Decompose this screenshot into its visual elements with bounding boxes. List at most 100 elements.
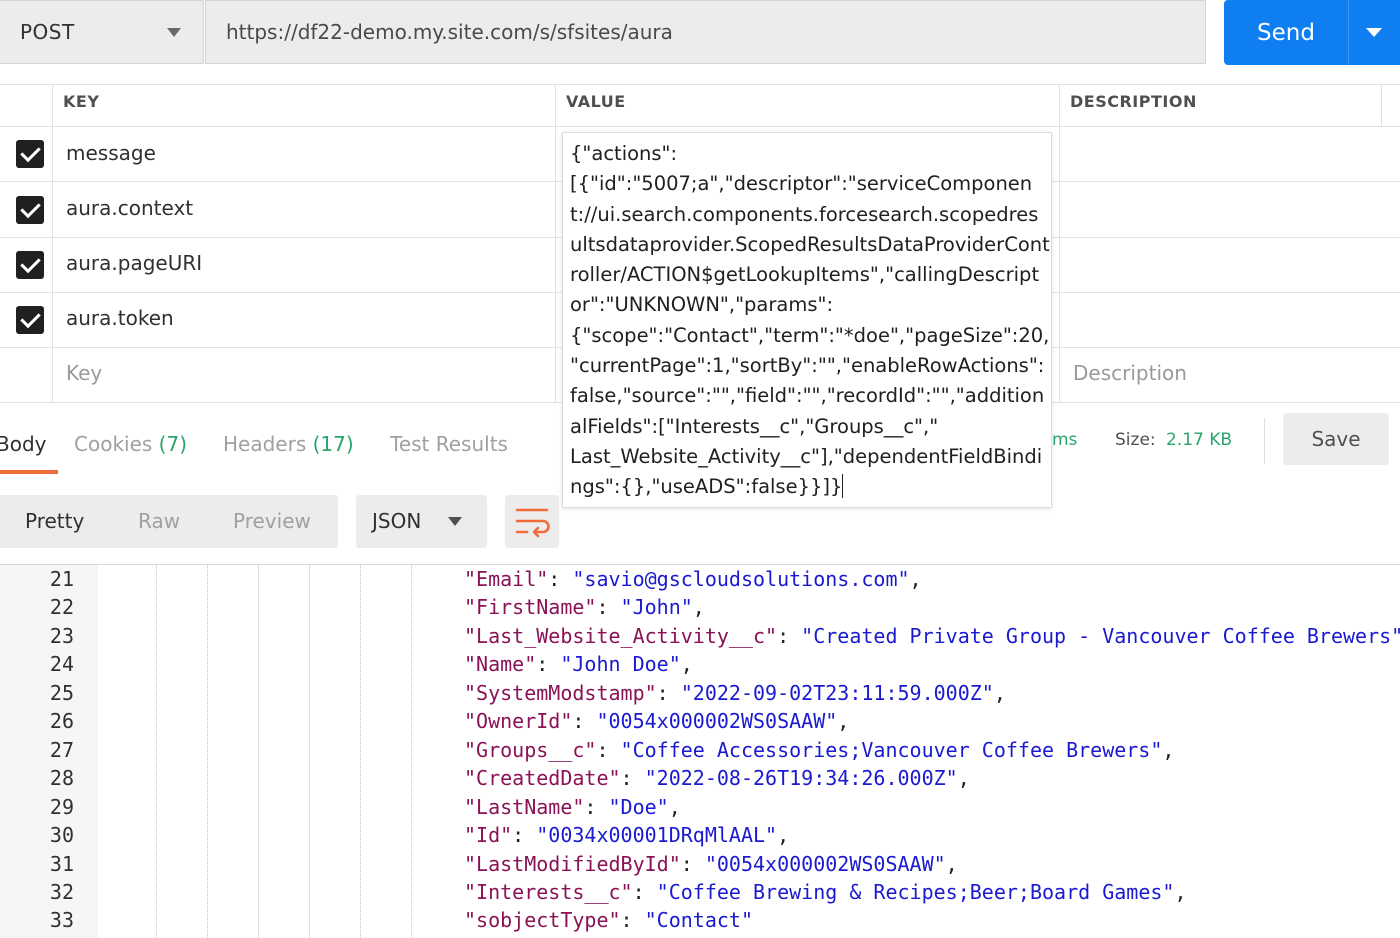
json-value: "Contact" — [644, 908, 754, 933]
line-number: 28 — [49, 766, 74, 791]
chevron-down-icon — [167, 28, 181, 37]
line-number: 23 — [49, 623, 74, 648]
json-value: "Created Private Group - Vancouver Coffe… — [801, 623, 1400, 648]
line-number: 26 — [49, 709, 74, 734]
json-comma: , — [957, 766, 970, 791]
text-cursor — [842, 474, 844, 499]
json-key: "LastModifiedById" — [464, 851, 681, 876]
view-mode-group: Pretty Raw Preview — [0, 495, 338, 548]
column-divider — [555, 84, 556, 402]
column-divider — [1059, 84, 1060, 402]
json-comma: , — [777, 823, 790, 848]
size-label: Size: — [1115, 430, 1156, 450]
send-label: Send — [1257, 19, 1315, 46]
value-text: {"actions": [{"id":"5007;a","descriptor"… — [570, 142, 1050, 499]
json-key: "Interests__c" — [464, 879, 633, 904]
json-value: "savio@gscloudsolutions.com" — [572, 567, 910, 591]
param-key-aura-pageuri[interactable]: aura.pageURI — [66, 251, 202, 275]
json-key: "Name" — [464, 652, 537, 677]
json-comma: , — [680, 652, 693, 677]
column-header-value: VALUE — [566, 92, 626, 111]
response-body-viewer[interactable]: 21 22 23 24 25 26 27 28 29 30 31 32 33 "Email": "sav… — [0, 564, 1400, 938]
line-number: 27 — [49, 737, 74, 762]
header-divider — [0, 126, 1400, 127]
code-line: "LastName": "Doe", — [464, 795, 681, 819]
row-checkbox-aura-pageuri[interactable] — [16, 251, 44, 279]
table-top-border — [0, 84, 1400, 85]
json-colon: : — [596, 595, 621, 620]
tab-count: (7) — [158, 432, 188, 456]
row-checkbox-aura-context[interactable] — [16, 196, 44, 224]
tab-label: Headers — [223, 432, 307, 456]
new-key-input[interactable]: Key — [66, 361, 102, 385]
send-button[interactable]: Send — [1224, 0, 1400, 65]
param-key-aura-token[interactable]: aura.token — [66, 306, 174, 330]
json-colon: : — [777, 623, 802, 648]
url-input[interactable]: https://df22-demo.my.site.com/s/sfsites/… — [205, 0, 1206, 64]
code-line: "Last_Website_Activity__c": "Created Pri… — [464, 624, 1400, 648]
save-response-button[interactable]: Save — [1283, 413, 1389, 465]
tab-body[interactable]: Body — [0, 432, 47, 456]
indent-guide — [156, 565, 157, 938]
json-colon: : — [656, 680, 681, 705]
code-line: "Email": "savio@gscloudsolutions.com", — [464, 567, 922, 591]
size-value: 2.17 KB — [1166, 430, 1233, 450]
tab-label: Body — [0, 432, 47, 456]
view-raw-button[interactable]: Raw — [138, 509, 180, 533]
param-key-message[interactable]: message — [66, 141, 156, 165]
json-colon: : — [620, 766, 645, 791]
code-line: "Name": "John Doe", — [464, 652, 693, 676]
row-checkbox-message[interactable] — [16, 140, 44, 168]
send-options-chevron-icon[interactable] — [1366, 28, 1382, 37]
tab-test-results[interactable]: Test Results — [390, 432, 508, 456]
json-key: "Email" — [464, 567, 549, 591]
json-colon: : — [584, 794, 609, 819]
code-line: "Groups__c": "Coffee Accessories;Vancouv… — [464, 738, 1174, 762]
json-value: "Doe" — [608, 794, 669, 819]
json-value: "Coffee Brewing & Recipes;Beer;Board Gam… — [656, 879, 1175, 904]
code-line: "Id": "0034x00001DRqMlAAL", — [464, 823, 789, 847]
column-header-key: KEY — [63, 92, 100, 111]
json-value: "2022-08-26T19:34:26.000Z" — [644, 766, 958, 791]
indent-guide — [207, 565, 208, 938]
json-key: "CreatedDate" — [464, 766, 621, 791]
method-select[interactable]: POST — [0, 0, 204, 64]
code-line: "FirstName": "John", — [464, 595, 705, 619]
column-divider — [52, 84, 53, 402]
view-preview-button[interactable]: Preview — [233, 509, 311, 533]
json-key: "OwnerId" — [464, 709, 573, 734]
line-number: 21 — [49, 567, 74, 591]
wrap-lines-button[interactable] — [505, 495, 559, 548]
line-number: 24 — [49, 652, 74, 677]
line-number: 31 — [49, 851, 74, 876]
active-tab-indicator — [0, 470, 58, 474]
line-number: 29 — [49, 794, 74, 819]
tab-label: Test Results — [390, 432, 508, 456]
row-checkbox-aura-token[interactable] — [16, 306, 44, 334]
format-select[interactable]: JSON — [356, 495, 487, 548]
view-pretty-button[interactable]: Pretty — [25, 509, 84, 533]
tab-cookies[interactable]: Cookies (7) — [74, 432, 187, 456]
tab-count: (17) — [312, 432, 354, 456]
json-colon: : — [620, 908, 645, 933]
json-key: "SystemModstamp" — [464, 680, 657, 705]
column-divider — [1381, 84, 1382, 126]
tab-headers[interactable]: Headers (17) — [223, 432, 354, 456]
json-key: "Last_Website_Activity__c" — [464, 623, 778, 648]
json-comma: , — [837, 709, 850, 734]
value-editor-content: {"actions": [{"id":"5007;a","descriptor"… — [570, 139, 1050, 503]
json-value: "2022-09-02T23:11:59.000Z" — [680, 680, 994, 705]
indent-guide — [360, 565, 361, 938]
value-editor-textarea[interactable]: {"actions": [{"id":"5007;a","descriptor"… — [562, 132, 1052, 508]
json-value: "0034x00001DRqMlAAL" — [536, 823, 778, 848]
indent-guide — [309, 565, 310, 938]
method-label: POST — [20, 20, 75, 44]
json-colon: : — [572, 709, 597, 734]
json-key: "Groups__c" — [464, 737, 597, 762]
param-key-aura-context[interactable]: aura.context — [66, 196, 193, 220]
send-divider — [1348, 0, 1349, 65]
json-value: "0054x000002WS0SAAW" — [704, 851, 946, 876]
json-colon: : — [548, 567, 573, 591]
new-description-input[interactable]: Description — [1073, 361, 1187, 385]
json-value: "Coffee Accessories;Vancouver Coffee Bre… — [620, 737, 1163, 762]
